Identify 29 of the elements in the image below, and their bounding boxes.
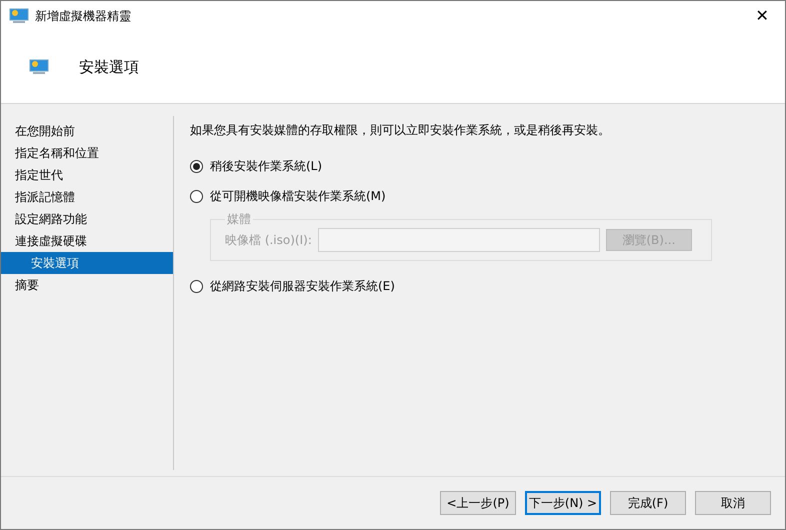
wizard-step[interactable]: 摘要 [1,274,173,296]
intro-text: 如果您具有安裝媒體的存取權限，則可以立即安裝作業系統，或是稍後再安裝。 [190,122,611,139]
wizard-step[interactable]: 設定網路功能 [1,208,173,230]
page-title: 安裝選項 [79,58,139,76]
radio-button[interactable] [190,190,203,202]
window-title: 新增虛擬機器精靈 [35,8,132,24]
wizard-button[interactable]: 完成(F) [610,491,686,515]
wizard-step[interactable]: 在您開始前 [1,120,173,142]
monitor-icon [9,8,29,24]
wizard-step[interactable]: 安裝選項 [1,252,173,274]
group-legend: 媒體 [225,211,253,228]
monitor-icon [29,59,49,75]
option-label: 從網路安裝伺服器安裝作業系統(E) [210,278,395,294]
wizard-button[interactable]: <上一步(P) [440,491,516,515]
radio-button[interactable] [190,280,203,292]
install-option[interactable]: 稍後安裝作業系統(L) [190,151,785,181]
option-label: 從可開機映像檔安裝作業系統(M) [210,188,386,204]
wizard-step[interactable]: 指定名稱和位置 [1,142,173,164]
wizard-button[interactable]: 取消 [695,491,771,515]
install-option[interactable]: 從網路安裝伺服器安裝作業系統(E) [190,271,785,301]
wizard-step[interactable]: 連接虛擬硬碟 [1,230,173,252]
install-option[interactable]: 從可開機映像檔安裝作業系統(M) [190,181,785,211]
field-label: 映像檔 (.iso)(I): [225,232,312,248]
option-label: 稍後安裝作業系統(L) [210,158,322,174]
close-button[interactable]: ✕ [739,1,785,31]
wizard-step[interactable]: 指派記憶體 [1,186,173,208]
radio-button[interactable] [190,160,203,172]
wizard-button[interactable]: 下一步(N) > [525,491,601,515]
wizard-step[interactable]: 指定世代 [1,164,173,186]
